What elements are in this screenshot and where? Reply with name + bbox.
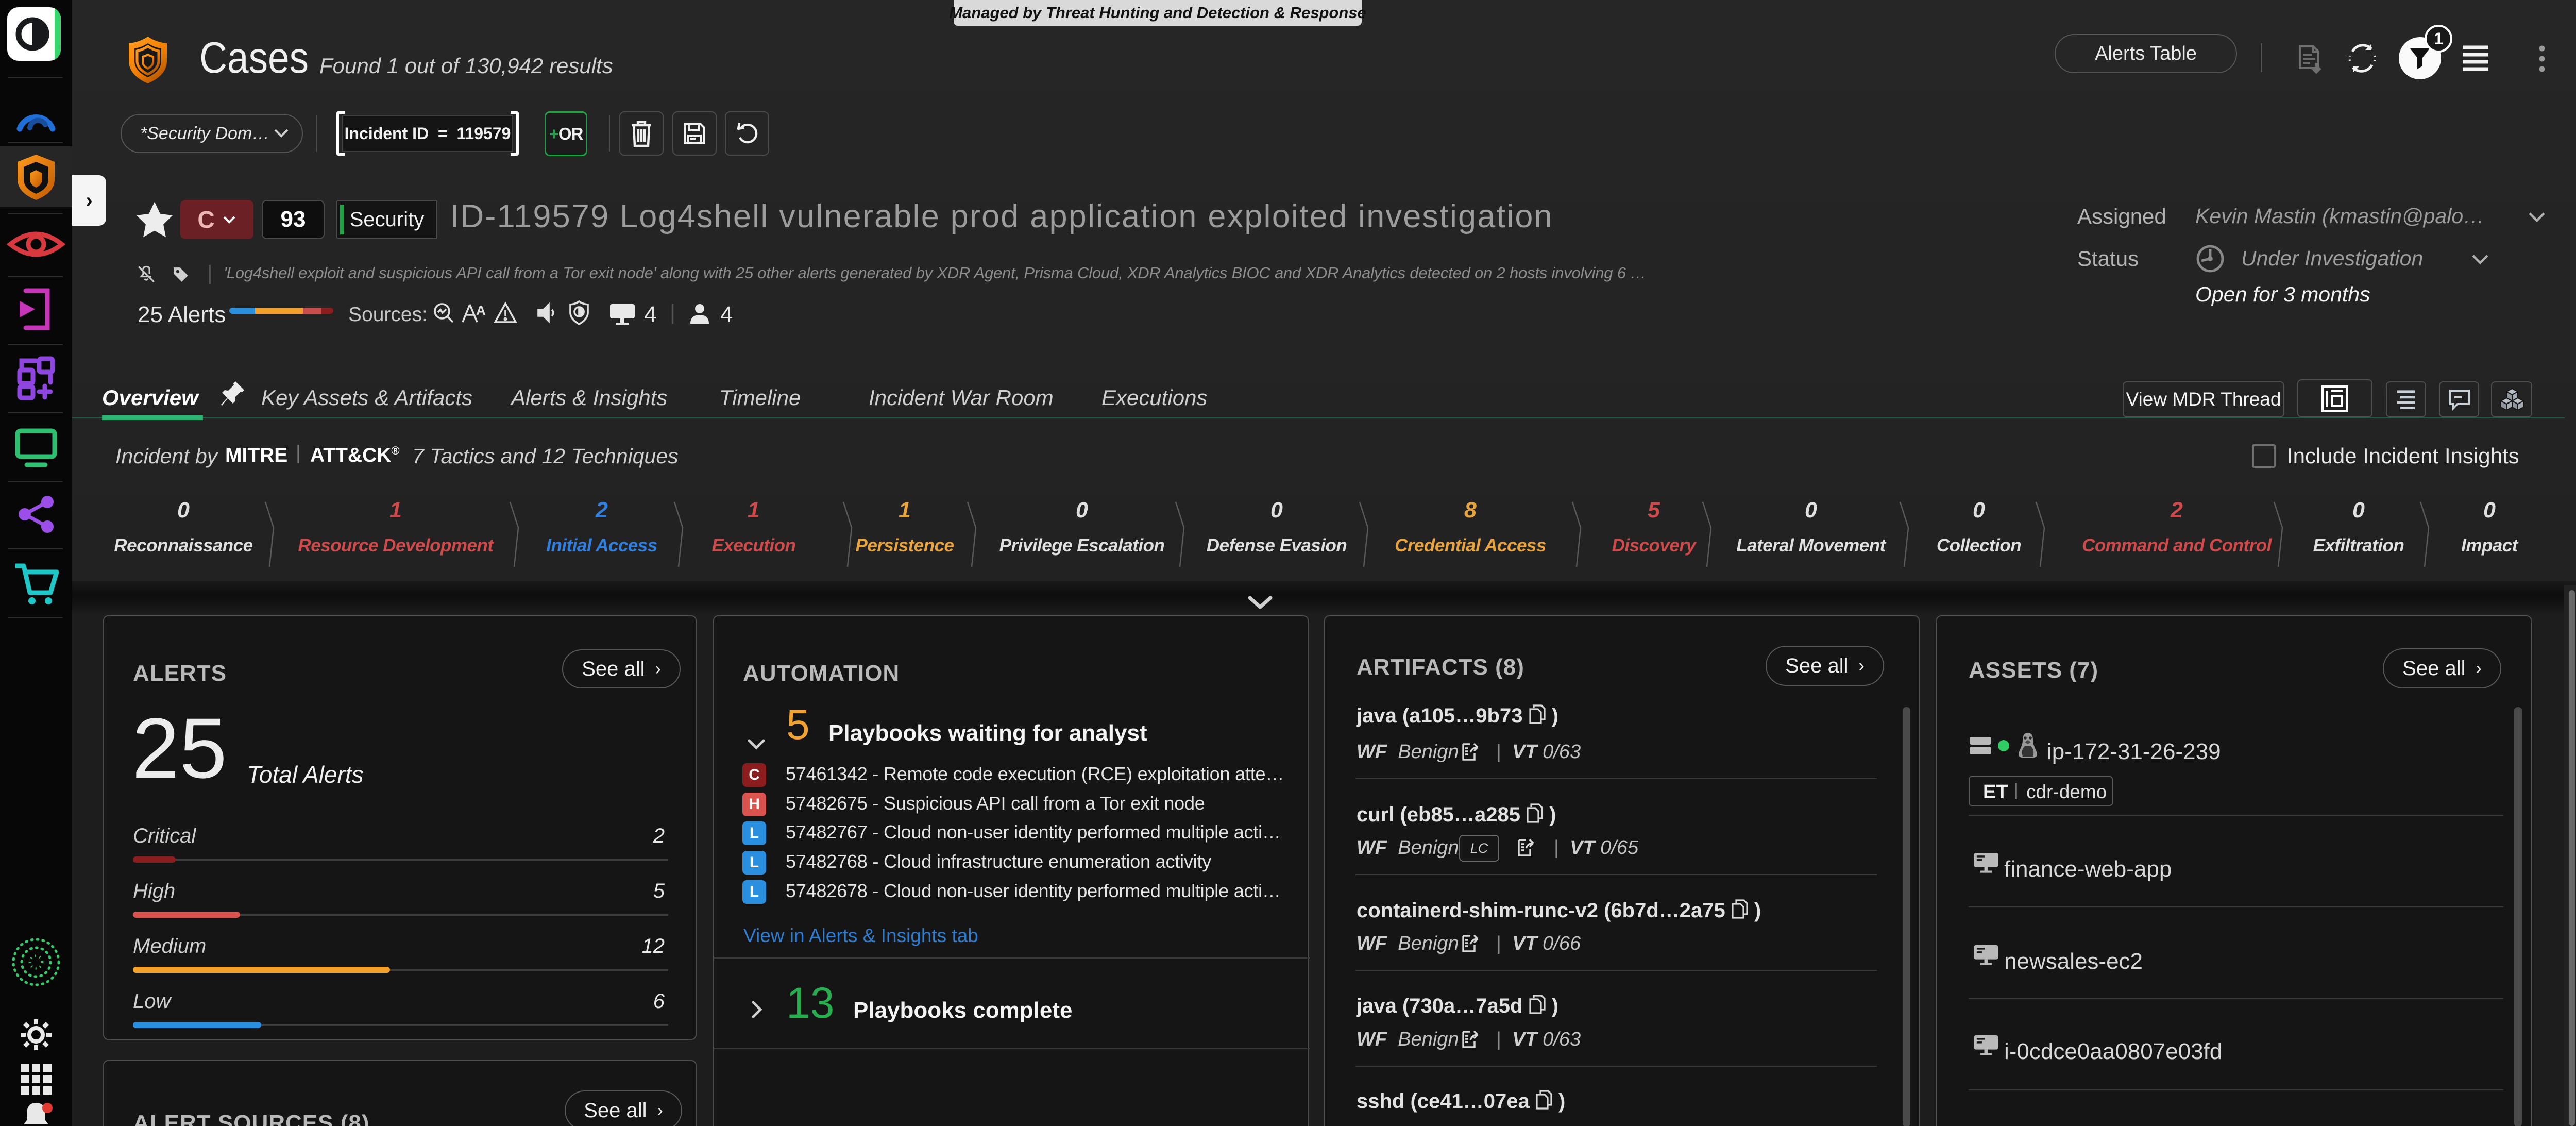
svg-text:A: A — [476, 302, 486, 318]
